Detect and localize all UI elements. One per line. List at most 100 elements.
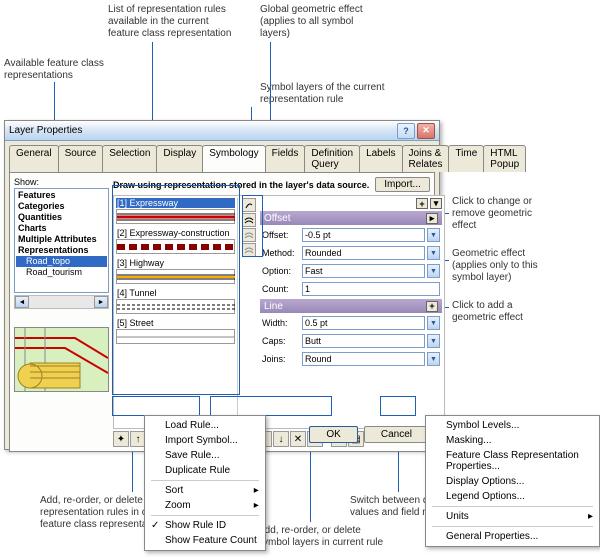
dropdown-arrow-icon[interactable]: ▼ <box>427 334 440 348</box>
menu-sort[interactable]: Sort <box>147 483 263 498</box>
section-title: Offset <box>264 213 291 224</box>
menu-general-properties[interactable]: General Properties... <box>428 529 597 544</box>
show-multiattr[interactable]: Multiple Attributes <box>16 234 107 245</box>
annotation: List of representation rulesavailable in… <box>108 4 256 40</box>
prop-label: Method: <box>262 248 300 258</box>
delete-layer-button[interactable]: ✕ <box>290 431 306 447</box>
annotation: Symbol layers of the currentrepresentati… <box>260 82 410 106</box>
menu-show-feature-count[interactable]: Show Feature Count <box>147 533 263 548</box>
help-button[interactable]: ? <box>397 123 415 139</box>
option-select[interactable] <box>302 264 425 278</box>
rule-label: [5] Street <box>116 318 235 328</box>
rule-item[interactable]: [5] Street <box>116 318 235 344</box>
import-button[interactable]: Import... <box>375 177 430 192</box>
section-title: Line <box>264 301 283 312</box>
rule-context-menu: Load Rule... Import Symbol... Save Rule.… <box>144 415 266 551</box>
dropdown-arrow-icon[interactable]: ▼ <box>427 316 440 330</box>
layer-properties-dialog: Layer Properties ? ✕ General Source Sele… <box>4 120 440 450</box>
prop-label: Option: <box>262 266 300 276</box>
joins-select[interactable] <box>302 352 425 366</box>
rule-item[interactable]: [4] Tunnel <box>116 288 235 314</box>
add-global-effect-button[interactable]: + <box>416 198 428 209</box>
rep-road-topo[interactable]: Road_topo <box>16 256 107 267</box>
global-effect-button[interactable] <box>242 198 256 212</box>
method-select[interactable] <box>302 246 425 260</box>
show-label: Show: <box>14 177 109 187</box>
rule-label: [1] Expressway <box>116 198 235 208</box>
annotation: Click to change orremove geometriceffect <box>452 196 562 232</box>
layer-button[interactable] <box>242 228 256 242</box>
dropdown-arrow-icon[interactable]: ▼ <box>427 228 440 242</box>
menu-fcr-properties[interactable]: Feature Class Representation Properties.… <box>428 448 597 474</box>
dropdown-arrow-icon[interactable]: ▼ <box>427 264 440 278</box>
width-input[interactable] <box>302 316 425 330</box>
tab-source[interactable]: Source <box>58 145 104 172</box>
dropdown-arrow-icon[interactable]: ▼ <box>427 246 440 260</box>
annotation: Geometric effect(applies only to thissym… <box>452 248 562 284</box>
annotation: Available feature classrepresentations <box>4 58 119 82</box>
menu-legend-options[interactable]: Legend Options... <box>428 489 597 504</box>
annotation: Click to add ageometric effect <box>452 300 562 324</box>
prop-label: Caps: <box>262 336 300 346</box>
rules-list: [1] Expressway [2] Expressway-constructi… <box>116 198 238 426</box>
panel-context-menu: Symbol Levels... Masking... Feature Clas… <box>425 415 600 547</box>
tab-symbology[interactable]: Symbology <box>202 145 265 172</box>
rule-item[interactable]: [1] Expressway <box>116 198 235 224</box>
menu-save-rule[interactable]: Save Rule... <box>147 448 263 463</box>
tab-display[interactable]: Display <box>156 145 203 172</box>
rule-item[interactable]: [2] Expressway-construction <box>116 228 235 254</box>
menu-display-options[interactable]: Display Options... <box>428 474 597 489</box>
annotation: Add, re-order, or deletesymbol layers in… <box>258 525 408 549</box>
preview-box <box>14 327 109 392</box>
menu-zoom[interactable]: Zoom <box>147 498 263 513</box>
tab-strip: General Source Selection Display Symbolo… <box>5 141 439 172</box>
add-effect-button[interactable]: + <box>426 301 438 312</box>
properties-panel: + ▾ Offset ▸ Offset:▼ Method:▼ Option:▼ … <box>260 198 442 426</box>
menu-load-rule[interactable]: Load Rule... <box>147 418 263 433</box>
prop-label: Offset: <box>262 230 300 240</box>
ok-button[interactable]: OK <box>309 426 357 443</box>
menu-show-rule-id[interactable]: Show Rule ID <box>147 518 263 533</box>
tab-defquery[interactable]: Definition Query <box>304 145 360 172</box>
content-row: [1] Expressway [2] Expressway-constructi… <box>113 195 445 429</box>
layer-menu-button[interactable]: ▾ <box>430 198 442 209</box>
tab-joins[interactable]: Joins & Relates <box>402 145 450 172</box>
section-menu-button[interactable]: ▸ <box>426 213 438 224</box>
dropdown-arrow-icon[interactable]: ▼ <box>427 352 440 366</box>
layer-down-button[interactable]: ↓ <box>273 431 289 447</box>
menu-units[interactable]: Units <box>428 509 597 524</box>
caps-select[interactable] <box>302 334 425 348</box>
dialog-title: Layer Properties <box>9 125 395 136</box>
tab-fields[interactable]: Fields <box>265 145 306 172</box>
menu-import-symbol[interactable]: Import Symbol... <box>147 433 263 448</box>
cancel-button[interactable]: Cancel <box>364 426 429 443</box>
show-charts[interactable]: Charts <box>16 223 107 234</box>
show-quantities[interactable]: Quantities <box>16 212 107 223</box>
annotation: Global geometric effect(applies to all s… <box>260 4 390 40</box>
rule-label: [2] Expressway-construction <box>116 228 235 238</box>
tab-html[interactable]: HTML Popup <box>483 145 526 172</box>
show-scrollbar[interactable]: ◄► <box>14 295 109 309</box>
add-rule-button[interactable]: ✦ <box>113 431 129 447</box>
titlebar[interactable]: Layer Properties ? ✕ <box>5 121 439 141</box>
preview-icon <box>15 328 108 391</box>
show-features[interactable]: Features <box>16 190 107 201</box>
show-categories[interactable]: Categories <box>16 201 107 212</box>
close-button[interactable]: ✕ <box>417 123 435 139</box>
tab-selection[interactable]: Selection <box>102 145 157 172</box>
menu-duplicate-rule[interactable]: Duplicate Rule <box>147 463 263 478</box>
layer-button[interactable] <box>242 213 256 227</box>
menu-masking[interactable]: Masking... <box>428 433 597 448</box>
menu-symbol-levels[interactable]: Symbol Levels... <box>428 418 597 433</box>
left-panel: Show: Features Categories Quantities Cha… <box>14 177 109 447</box>
count-input[interactable] <box>302 282 440 296</box>
layer-button[interactable] <box>242 243 256 257</box>
tab-general[interactable]: General <box>9 145 59 172</box>
offset-input[interactable] <box>302 228 425 242</box>
rule-item[interactable]: [3] Highway <box>116 258 235 284</box>
rep-road-tourism[interactable]: Road_tourism <box>16 267 107 278</box>
tab-time[interactable]: Time <box>448 145 484 172</box>
show-list[interactable]: Features Categories Quantities Charts Mu… <box>14 188 109 293</box>
show-reps[interactable]: Representations <box>16 245 107 256</box>
tab-labels[interactable]: Labels <box>359 145 402 172</box>
